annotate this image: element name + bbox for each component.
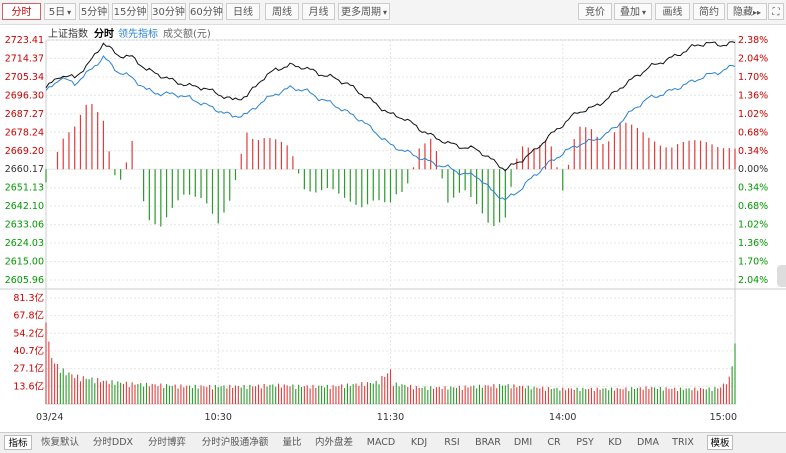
tool-button-1[interactable]: 叠加 ▾ <box>614 3 652 20</box>
indicator-tab-7[interactable]: MACD <box>362 435 400 450</box>
price-tick-label: 2714.37 <box>5 53 44 64</box>
period-tab-label: 30分钟 <box>152 7 185 18</box>
pct-tick-label: 0.68% <box>738 127 768 138</box>
indicator-tab-15[interactable]: DMA <box>632 435 664 450</box>
price-tick-label: 2723.41 <box>5 35 44 46</box>
period-tab-label: 周线 <box>272 7 292 18</box>
price-tick-label: 2615.00 <box>5 257 44 268</box>
pct-tick-label: 1.36% <box>738 90 768 101</box>
price-tick-label: 2633.06 <box>5 220 44 231</box>
pct-tick-label: 0.00% <box>738 164 768 175</box>
intraday-chart[interactable]: 2723.41 2.38% 2714.37 2.04% 2705.34 1.70% 2696… <box>0 24 786 432</box>
time-tick-label: 11:30 <box>377 412 404 423</box>
period-tab-label: 5日 <box>48 7 66 18</box>
tool-button-label: 叠加 <box>619 7 640 18</box>
indicator-tab-2[interactable]: 分时DDX <box>88 435 138 450</box>
pct-tick-label: 1.02% <box>738 109 768 120</box>
pct-tick-label: 2.38% <box>738 35 768 46</box>
indicator-tab-11[interactable]: DMI <box>510 435 536 450</box>
time-tick-label: 10:30 <box>205 412 232 423</box>
period-tab-7[interactable]: 周线 <box>265 3 299 20</box>
tool-button-label: 隐藏 <box>732 7 753 18</box>
chevron-down-icon: ▾ <box>641 8 646 17</box>
volume-tick-label: 13.6亿 <box>13 380 44 392</box>
period-tab-label: 分时 <box>11 7 32 18</box>
indicator-tab-13[interactable]: PSY <box>571 435 599 450</box>
volume-tick-label: 40.7亿 <box>13 345 44 357</box>
tool-button-4[interactable]: 隐藏▸▸ <box>727 3 767 20</box>
period-tab-0[interactable]: 分时 <box>2 3 41 20</box>
period-tab-6[interactable]: 日线 <box>226 3 260 20</box>
pct-tick-label: 0.68% <box>738 201 768 212</box>
pct-tick-label: 1.02% <box>738 220 768 231</box>
volume-tick-label: 81.3亿 <box>13 292 44 304</box>
period-tab-label: 5分钟 <box>80 7 108 18</box>
period-tab-8[interactable]: 月线 <box>302 3 335 20</box>
indicator-tab-10[interactable]: BRAR <box>470 435 506 450</box>
period-tab-1[interactable]: 5日 ▾ <box>44 3 76 20</box>
pct-tick-label: 1.70% <box>738 72 768 83</box>
period-tab-label: 60分钟 <box>190 7 223 18</box>
tool-button-2[interactable]: 画线 <box>655 3 690 20</box>
volume-tick-label: 54.2亿 <box>13 327 44 339</box>
price-tick-label: 2624.03 <box>5 238 44 249</box>
pct-tick-label: 2.04% <box>738 53 768 64</box>
price-tick-label: 2687.27 <box>5 109 44 120</box>
period-tab-2[interactable]: 5分钟 <box>79 3 109 20</box>
expand-icon[interactable]: ⛶ <box>768 3 784 20</box>
indicator-tab-4[interactable]: 分时沪股通净额 <box>196 435 274 450</box>
price-tick-label: 2660.17 <box>5 164 44 175</box>
period-tab-3[interactable]: 15分钟 <box>112 3 148 20</box>
indicator-tab-12[interactable]: CR <box>542 435 566 450</box>
indicator-tab-5[interactable]: 量比 <box>278 435 306 450</box>
price-tick-label: 2696.30 <box>5 90 44 101</box>
time-tick-label: 03/24 <box>36 412 63 423</box>
indicator-tab-14[interactable]: KD <box>604 435 626 450</box>
period-tab-9[interactable]: 更多周期 ▾ <box>338 3 390 20</box>
indicator-tab-bar: 指标 恢复默认 分时DDX 分时博弈 分时沪股通净额 量比 内外盘差 MACD KDJ RSI BR… <box>0 432 786 453</box>
time-tick-label: 15:00 <box>710 412 737 423</box>
tool-button-label: 简约 <box>699 7 719 18</box>
period-tab-4[interactable]: 30分钟 <box>151 3 186 20</box>
period-tab-5[interactable]: 60分钟 <box>189 3 223 20</box>
indicator-tab-0[interactable]: 指标 <box>4 435 32 450</box>
indicator-tab-16[interactable]: TRIX <box>668 435 698 450</box>
chevron-down-icon: ▾ <box>67 8 72 17</box>
tool-button-label: 画线 <box>662 7 683 18</box>
period-tab-label: 更多周期 <box>340 7 381 18</box>
price-tick-label: 2651.13 <box>5 183 44 194</box>
right-expand-arrow-icon[interactable] <box>777 265 786 287</box>
period-toolbar: 分时 5日 ▾ 5分钟 15分钟 30分钟 60分钟 日线 周线 月线 更多周期 ▾ 竞价 叠加 ▾ 画线 简约… <box>0 0 786 25</box>
time-tick-label: 14:00 <box>549 412 576 423</box>
volume-tick-label: 67.8亿 <box>13 310 44 322</box>
indicator-tab-8[interactable]: KDJ <box>405 435 433 450</box>
pct-tick-label: 0.34% <box>738 146 768 157</box>
indicator-tab-17[interactable]: 模板 <box>707 435 733 450</box>
price-tick-label: 2678.24 <box>5 127 44 138</box>
period-tab-label: 15分钟 <box>113 7 147 18</box>
tool-button-label: 竞价 <box>585 7 605 18</box>
price-tick-label: 2605.96 <box>5 275 44 286</box>
price-tick-label: 2669.20 <box>5 146 44 157</box>
volume-tick-label: 27.1亿 <box>13 363 44 375</box>
price-tick-label: 2705.34 <box>5 72 44 83</box>
pct-tick-label: 0.34% <box>738 183 768 194</box>
pct-tick-label: 2.04% <box>738 275 768 286</box>
period-tab-label: 日线 <box>233 7 253 18</box>
chevron-down-icon: ▾ <box>382 8 387 17</box>
pct-tick-label: 1.70% <box>738 257 768 268</box>
indicator-tab-6[interactable]: 内外盘差 <box>310 435 358 450</box>
pct-tick-label: 1.36% <box>738 238 768 249</box>
indicator-tab-3[interactable]: 分时博弈 <box>142 435 192 450</box>
indicator-tab-9[interactable]: RSI <box>439 435 465 450</box>
indicator-tab-1[interactable]: 恢复默认 <box>36 435 84 450</box>
tool-button-3[interactable]: 简约 <box>693 3 725 20</box>
tool-button-0[interactable]: 竞价 <box>578 3 612 20</box>
period-tab-label: 月线 <box>308 7 329 18</box>
price-tick-label: 2642.10 <box>5 201 44 212</box>
hide-arrows-icon: ▸▸ <box>752 8 762 17</box>
